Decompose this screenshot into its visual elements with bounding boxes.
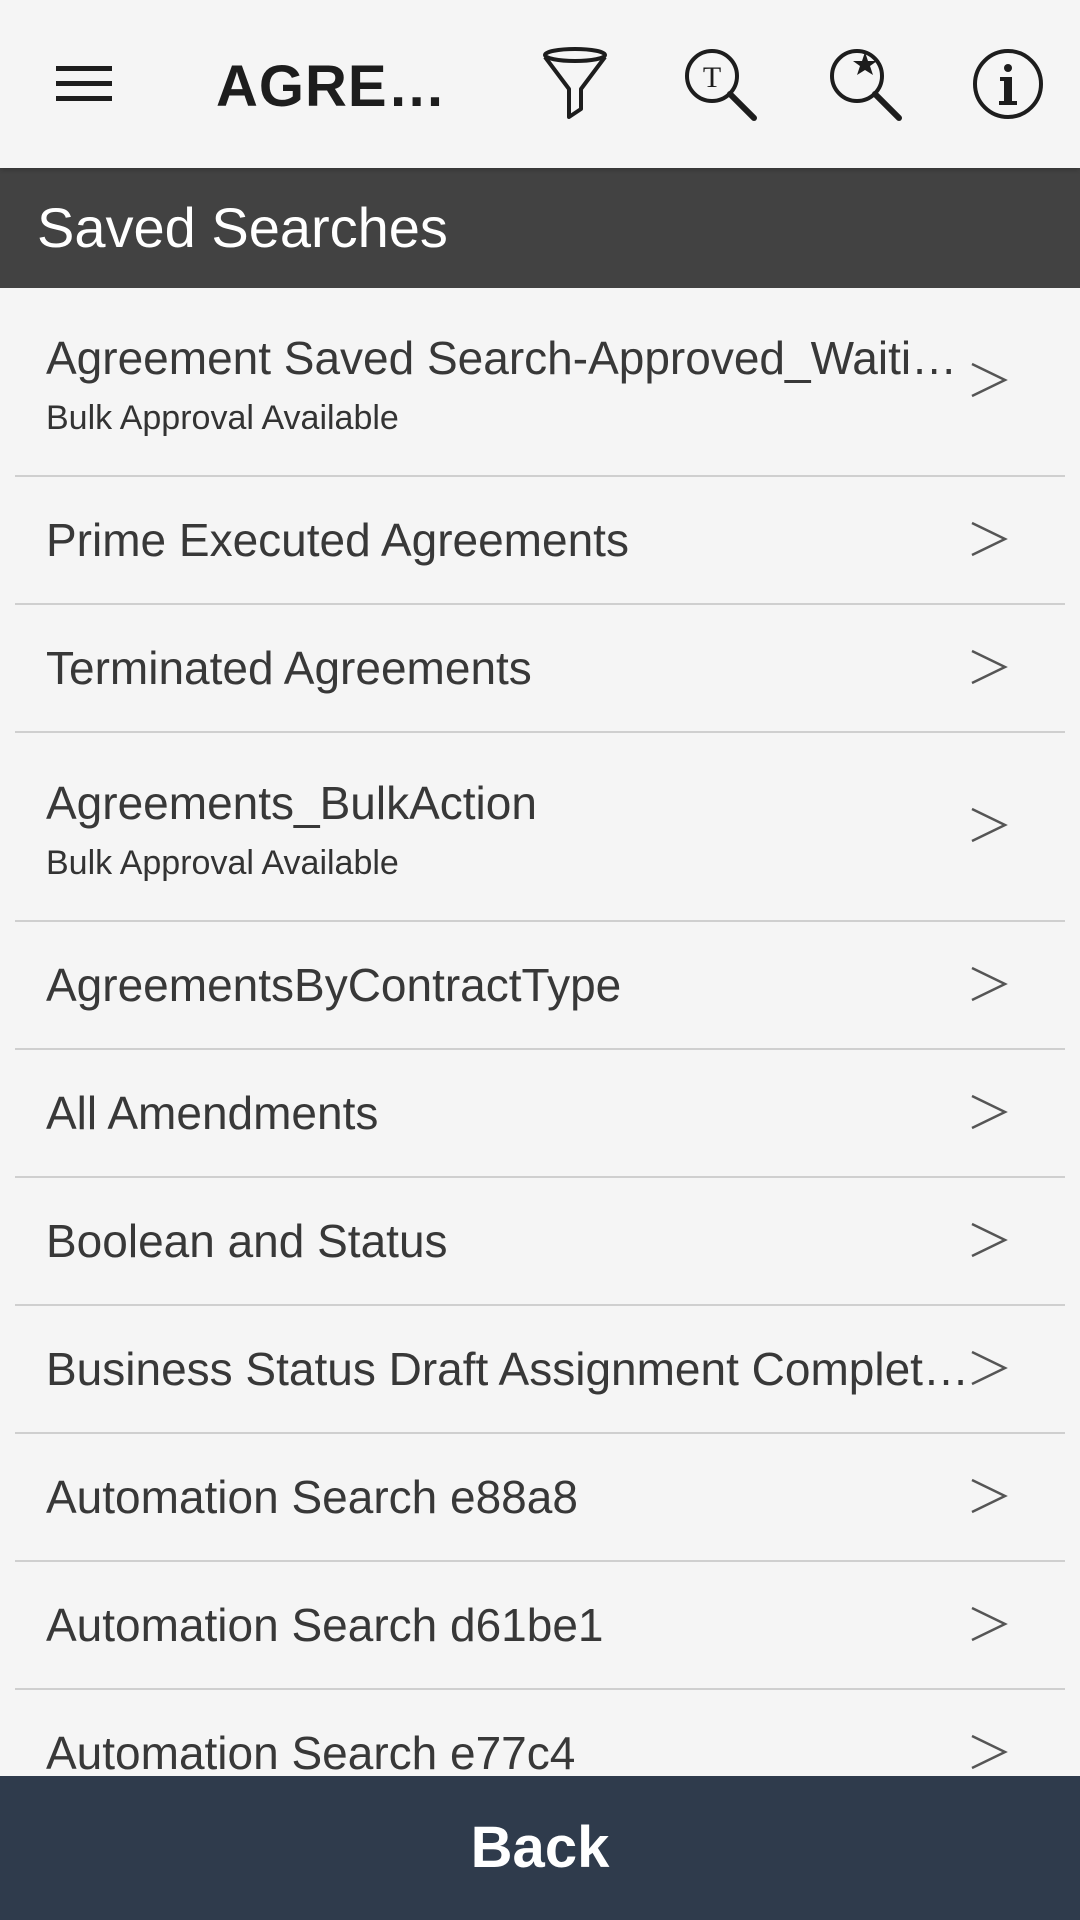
- top-app-bar: AGREEMENTS T: [0, 0, 1080, 168]
- filter-button[interactable]: [525, 34, 625, 134]
- menu-button[interactable]: [34, 34, 134, 134]
- section-header-saved-searches: Saved Searches: [0, 168, 1080, 288]
- page-title: AGREEMENTS: [216, 54, 446, 119]
- chevron-right-icon: [969, 1092, 1009, 1132]
- list-item[interactable]: Automation Search e77c4: [15, 1690, 1065, 1776]
- list-item-subtitle: Bulk Approval Available: [46, 399, 399, 437]
- app-root: AGREEMENTS T: [0, 0, 1080, 1920]
- menu-icon: [54, 62, 114, 106]
- back-button[interactable]: Back: [0, 1776, 1080, 1920]
- list-item[interactable]: Automation Search d61be1: [15, 1562, 1065, 1690]
- chevron-right-icon: [969, 360, 1009, 400]
- list-item[interactable]: Agreement Saved Search-Approved_Waiting …: [15, 288, 1065, 477]
- info-button[interactable]: [958, 34, 1058, 134]
- list-item[interactable]: Boolean and Status: [15, 1178, 1065, 1306]
- list-item-title: Automation Search d61be1: [46, 1599, 604, 1651]
- filter-icon: [540, 45, 610, 123]
- chevron-right-icon: [969, 647, 1009, 687]
- list-item[interactable]: Terminated Agreements: [15, 605, 1065, 733]
- list-item-title: Agreements_BulkAction: [46, 777, 537, 829]
- list-item[interactable]: Business Status Draft Assignment Complet…: [15, 1306, 1065, 1434]
- saved-search-button[interactable]: [815, 34, 915, 134]
- list-item[interactable]: Prime Executed Agreements: [15, 477, 1065, 605]
- list-item-title: Agreement Saved Search-Approved_Waiting …: [46, 332, 970, 384]
- svg-text:T: T: [703, 61, 721, 94]
- list-item-title: All Amendments: [46, 1087, 379, 1139]
- list-item-title: Automation Search e88a8: [46, 1471, 578, 1523]
- list-item-title: Boolean and Status: [46, 1215, 448, 1267]
- chevron-right-icon: [969, 1476, 1009, 1516]
- list-item-title: AgreementsByContractType: [46, 959, 622, 1011]
- list-item-title: Automation Search e77c4: [46, 1727, 576, 1776]
- saved-search-list[interactable]: Agreement Saved Search-Approved_Waiting …: [0, 288, 1080, 1776]
- chevron-right-icon: [969, 519, 1009, 559]
- text-search-icon: T: [680, 44, 760, 124]
- chevron-right-icon: [969, 1604, 1009, 1644]
- chevron-right-icon: [969, 805, 1009, 845]
- chevron-right-icon: [969, 1732, 1009, 1772]
- text-search-button[interactable]: T: [670, 34, 770, 134]
- list-item-title: Prime Executed Agreements: [46, 514, 629, 566]
- list-item[interactable]: All Amendments: [15, 1050, 1065, 1178]
- info-icon: [971, 47, 1045, 121]
- list-item[interactable]: AgreementsByContractType: [15, 922, 1065, 1050]
- list-item[interactable]: Automation Search e88a8: [15, 1434, 1065, 1562]
- list-item-title: Business Status Draft Assignment Complet…: [46, 1343, 970, 1395]
- chevron-right-icon: [969, 1348, 1009, 1388]
- chevron-right-icon: [969, 964, 1009, 1004]
- list-item-title: Terminated Agreements: [46, 642, 532, 694]
- list-item-subtitle: Bulk Approval Available: [46, 844, 399, 882]
- chevron-right-icon: [969, 1220, 1009, 1260]
- saved-search-icon: [825, 44, 905, 124]
- list-item[interactable]: Agreements_BulkAction Bulk Approval Avai…: [15, 733, 1065, 922]
